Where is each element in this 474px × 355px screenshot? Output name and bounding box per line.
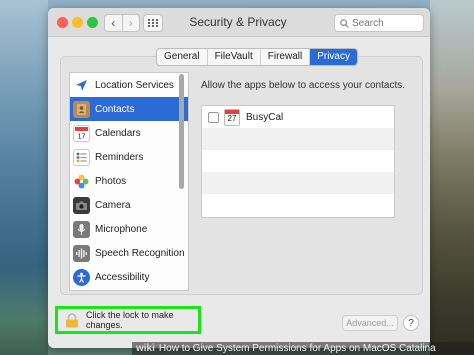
tab-bar: General FileVault Firewall Privacy	[156, 48, 358, 66]
privacy-category-list[interactable]: Location Services Contacts 17 Calendars …	[69, 72, 189, 291]
calendar-icon: 27	[224, 108, 240, 126]
app-name: BusyCal	[246, 111, 284, 123]
title-bar: ‹ › Security & Privacy	[48, 8, 430, 37]
speech-waveform-icon	[73, 244, 90, 262]
calendar-icon: 17	[73, 124, 90, 142]
lock-icon[interactable]	[65, 312, 79, 328]
window-title: Security & Privacy	[189, 15, 287, 29]
sidebar-item-label: Location Services	[95, 79, 174, 91]
sidebar-item-location-services[interactable]: Location Services	[70, 73, 188, 97]
sidebar-item-microphone[interactable]: Microphone	[70, 217, 188, 241]
desktop-wallpaper-right	[430, 0, 474, 355]
svg-text:17: 17	[78, 133, 86, 140]
lock-highlight-box[interactable]: Click the lock to make changes.	[55, 306, 201, 334]
show-all-grid-button[interactable]	[143, 14, 163, 32]
tab-general[interactable]: General	[157, 49, 207, 65]
empty-list-row	[202, 172, 394, 194]
zoom-window-button[interactable]	[87, 17, 98, 28]
forward-button[interactable]: ›	[121, 15, 140, 31]
sidebar-item-label: Camera	[95, 199, 131, 211]
accessibility-person-icon	[73, 268, 90, 286]
sidebar-item-label: Microphone	[95, 223, 148, 235]
caption-text: How to Give System Permissions for Apps …	[158, 343, 436, 354]
navigation-buttons: ‹ ›	[104, 14, 140, 32]
sidebar-item-contacts[interactable]: Contacts	[70, 97, 188, 121]
tab-firewall[interactable]: Firewall	[259, 49, 309, 65]
photos-flower-icon	[73, 173, 90, 190]
empty-list-row	[202, 128, 394, 150]
location-arrow-icon	[73, 76, 90, 94]
advanced-button[interactable]: Advanced...	[342, 315, 398, 331]
back-button[interactable]: ‹	[105, 15, 122, 31]
desktop-wallpaper-left	[0, 0, 48, 355]
tab-filevault[interactable]: FileVault	[206, 49, 260, 65]
search-input[interactable]	[352, 17, 422, 29]
sidebar-item-camera[interactable]: Camera	[70, 193, 188, 217]
sidebar-item-accessibility[interactable]: Accessibility	[70, 265, 188, 289]
microphone-icon	[73, 220, 90, 238]
sidebar-item-reminders[interactable]: Reminders	[70, 145, 188, 169]
list-item[interactable]: 27 BusyCal	[202, 106, 394, 128]
sidebar-item-label: Contacts	[95, 103, 135, 115]
empty-list-row	[202, 150, 394, 172]
content-description: Allow the apps below to access your cont…	[201, 80, 405, 91]
close-window-button[interactable]	[57, 17, 68, 28]
app-icon-day: 27	[227, 113, 237, 123]
reminders-list-icon	[73, 148, 90, 166]
sidebar-scrollbar[interactable]	[179, 74, 184, 189]
grid-icon	[148, 19, 158, 27]
help-button[interactable]: ?	[403, 315, 419, 331]
search-icon	[340, 18, 349, 28]
lock-instruction-text: Click the lock to make changes.	[86, 310, 174, 330]
sidebar-item-label: Reminders	[95, 151, 144, 163]
busycal-permission-checkbox[interactable]	[208, 111, 219, 123]
search-field[interactable]	[334, 14, 424, 32]
tab-privacy[interactable]: Privacy	[309, 49, 357, 65]
sidebar-item-label: Photos	[95, 175, 127, 187]
empty-list-row	[202, 194, 394, 216]
article-caption-bar: wiki How to Give System Permissions for A…	[132, 342, 474, 355]
sidebar-item-calendars[interactable]: 17 Calendars	[70, 121, 188, 145]
sidebar-item-photos[interactable]: Photos	[70, 169, 188, 193]
sidebar-item-label: Speech Recognition	[95, 247, 185, 259]
app-permission-list: 27 BusyCal	[201, 105, 395, 218]
contacts-book-icon	[73, 100, 90, 118]
caption-brand: wiki	[136, 343, 155, 354]
minimize-window-button[interactable]	[72, 17, 83, 28]
camera-icon	[73, 196, 90, 214]
system-preferences-window: ‹ › Security & Privacy General FileVault…	[48, 8, 430, 348]
sidebar-item-label: Accessibility	[95, 271, 150, 283]
sidebar-item-speech-recognition[interactable]: Speech Recognition	[70, 241, 188, 265]
sidebar-item-label: Calendars	[95, 127, 141, 139]
